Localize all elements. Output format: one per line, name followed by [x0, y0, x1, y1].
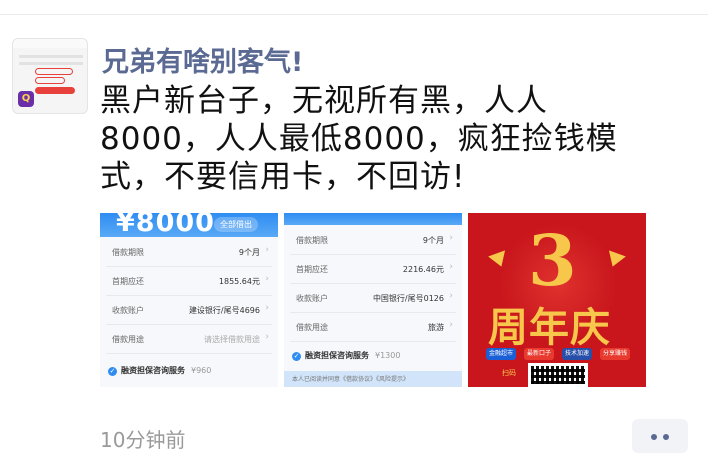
chevron-right-icon: ›	[449, 233, 453, 243]
loan-label: 首期应还	[112, 277, 144, 286]
loan-row: 借款期限 9个月 ›	[106, 239, 272, 267]
service-price: ¥960	[191, 366, 212, 375]
post-text: 黑户新台子，无视所有黑，人人8000，人人最低8000，疯狂捡钱模式，不要信用卡…	[100, 83, 618, 195]
avatar-pill	[35, 77, 65, 84]
service-price: ¥1300	[375, 351, 401, 360]
fine-print: 本人已阅读并同意《借款协议》《风险提示》	[292, 376, 410, 383]
loan-row: 收款账户 中国银行/尾号0126 ›	[290, 285, 456, 313]
avatar-pill	[35, 68, 73, 75]
avatar-pill	[35, 87, 75, 94]
loan-row: 借款期限 9个月 ›	[290, 227, 456, 255]
scan-label: 扫码	[502, 369, 516, 377]
post-timestamp: 10分钟前	[100, 428, 186, 452]
loan-value: 建设银行/尾号4696	[188, 306, 260, 315]
amount-band: ¥8000 全部借出	[100, 213, 278, 238]
poster-tag: 技术加速	[562, 348, 593, 360]
loan-row: 收款账户 建设银行/尾号4696 ›	[106, 297, 272, 325]
loan-label: 收款账户	[112, 306, 144, 315]
chevron-right-icon: ›	[265, 303, 269, 313]
loan-label: 收款账户	[296, 294, 328, 303]
service-name: 融资担保咨询服务	[121, 366, 185, 375]
service-name: 融资担保咨询服务	[305, 351, 369, 360]
dot-icon	[663, 434, 669, 440]
post-image-loan-b[interactable]: 借款期限 9个月 › 首期应还 2216.46元 › 收款账户 中国银行/尾号0…	[284, 213, 462, 387]
loan-row: 借款用途 请选择借款用途 ›	[106, 326, 272, 354]
amount-band	[284, 213, 462, 225]
chevron-right-icon: ›	[449, 291, 453, 301]
loan-row: 借款用途 旅游 ›	[290, 314, 456, 342]
loan-value: 旅游	[428, 323, 444, 332]
loan-label: 首期应还	[296, 265, 328, 274]
loan-label: 借款期限	[296, 236, 328, 245]
post-image-loan-a[interactable]: ¥8000 全部借出 借款期限 9个月 › 首期应还 1855.64元 › 收款…	[100, 213, 278, 387]
loan-row: 首期应还 1855.64元 ›	[106, 268, 272, 296]
loan-label: 借款用途	[112, 335, 144, 344]
borrow-all-button: 全部借出	[214, 217, 258, 232]
loan-value: 请选择借款用途	[204, 335, 260, 344]
avatar-row	[19, 62, 83, 65]
anniversary-number: 3	[528, 219, 577, 302]
more-actions-button[interactable]	[632, 419, 688, 453]
loan-label: 借款用途	[296, 323, 328, 332]
service-line: ✓ 融资担保咨询服务 ¥1300	[292, 350, 400, 361]
chevron-right-icon: ›	[265, 245, 269, 255]
avatar[interactable]: Q	[12, 38, 88, 114]
dot-icon	[651, 434, 657, 440]
chevron-right-icon: ›	[265, 274, 269, 284]
chevron-right-icon: ›	[449, 262, 453, 272]
avatar-logo-icon: Q	[18, 91, 34, 107]
poster-tag: 最新口子	[524, 348, 555, 360]
avatar-row	[19, 55, 83, 58]
username[interactable]: 兄弟有啥别客气!	[102, 40, 303, 79]
loan-value: 9个月	[422, 236, 444, 245]
poster-tag: 金融超市	[486, 348, 517, 360]
avatar-status-bar	[13, 39, 87, 48]
chevron-right-icon: ›	[449, 320, 453, 330]
loan-row: 首期应还 2216.46元 ›	[290, 256, 456, 284]
poster-tag: 分享赚钱	[600, 348, 631, 360]
top-divider	[0, 14, 708, 15]
loan-amount: ¥8000	[116, 213, 215, 238]
chevron-right-icon: ›	[265, 332, 269, 342]
anniversary-title: 周年庆	[488, 305, 611, 351]
service-line: ✓ 融资担保咨询服务 ¥960	[108, 365, 211, 376]
loan-label: 借款期限	[112, 248, 144, 257]
loan-value: 1855.64元	[218, 277, 260, 286]
check-icon: ✓	[292, 352, 301, 361]
post-image-anniversary-poster[interactable]: 3 周年庆 金融超市 最新口子 技术加速 分享赚钱 扫码	[468, 213, 646, 387]
qr-code-icon	[528, 363, 588, 387]
check-icon: ✓	[108, 367, 117, 376]
loan-value: 9个月	[238, 248, 260, 257]
loan-value: 中国银行/尾号0126	[372, 294, 444, 303]
loan-value: 2216.46元	[402, 265, 444, 274]
